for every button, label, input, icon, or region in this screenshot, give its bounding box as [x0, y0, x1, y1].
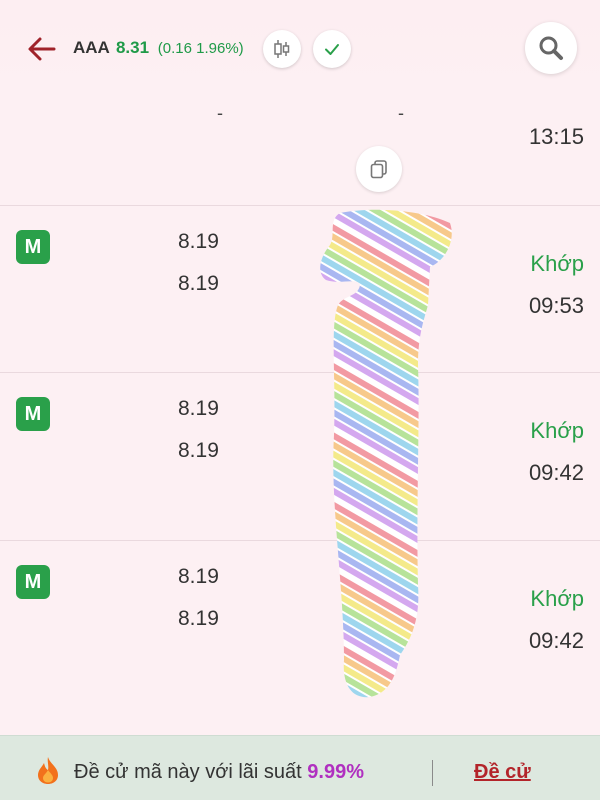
interest-rate: 9.99%	[307, 761, 364, 783]
ticker-summary: AAA 8.31 (0.16 1.96%)	[73, 38, 244, 58]
order-value-2: 8.19	[178, 272, 219, 295]
order-time: 09:53	[528, 293, 584, 318]
rainbow-sticker-overlay	[320, 209, 452, 698]
search-button[interactable]	[525, 22, 577, 74]
partial-row-time: 13:15	[528, 124, 584, 149]
order-status: Khớp	[530, 251, 584, 276]
partial-value-a: -	[217, 103, 223, 123]
promo-text: Đề cử mã này với lãi suất 9.99%	[74, 761, 364, 784]
ticker-change: (0.16 1.96%)	[157, 40, 244, 57]
nominate-link[interactable]: Đề cử	[474, 761, 531, 784]
partial-value-b: -	[398, 103, 404, 123]
order-value-1: 8.19	[178, 565, 219, 588]
order-type-badge: M	[16, 230, 50, 264]
ticker-symbol: AAA	[73, 38, 110, 57]
chart-toggle-button[interactable]	[263, 30, 301, 68]
header-bar: AAA 8.31 (0.16 1.96%)	[0, 0, 600, 100]
promo-footer: Đề cử mã này với lãi suất 9.99% Đề cử	[0, 735, 600, 800]
order-status: Khớp	[530, 418, 584, 443]
ticker-price: 8.31	[115, 38, 150, 57]
order-value-1: 8.19	[178, 230, 219, 253]
copy-icon	[370, 160, 387, 179]
check-icon	[325, 44, 339, 55]
order-type-badge: M	[16, 397, 50, 431]
fire-icon	[38, 757, 58, 784]
search-icon	[539, 36, 563, 60]
order-time: 09:42	[528, 460, 584, 485]
confirm-button[interactable]	[313, 30, 351, 68]
order-time: 09:42	[528, 628, 584, 653]
order-value-1: 8.19	[178, 397, 219, 420]
candlestick-icon	[274, 40, 290, 58]
order-history-screen: AAA 8.31 (0.16 1.96%) - - 13:15 M 8.19 8…	[0, 0, 600, 800]
order-type-badge: M	[16, 565, 50, 599]
promo-label: Đề cử mã này với lãi suất	[74, 761, 302, 783]
order-value-2: 8.19	[178, 439, 219, 462]
back-button[interactable]	[24, 31, 60, 67]
back-arrow-icon	[28, 37, 56, 61]
copy-button[interactable]	[356, 146, 402, 192]
footer-separator	[432, 760, 433, 786]
order-value-2: 8.19	[178, 607, 219, 630]
order-status: Khớp	[530, 586, 584, 611]
